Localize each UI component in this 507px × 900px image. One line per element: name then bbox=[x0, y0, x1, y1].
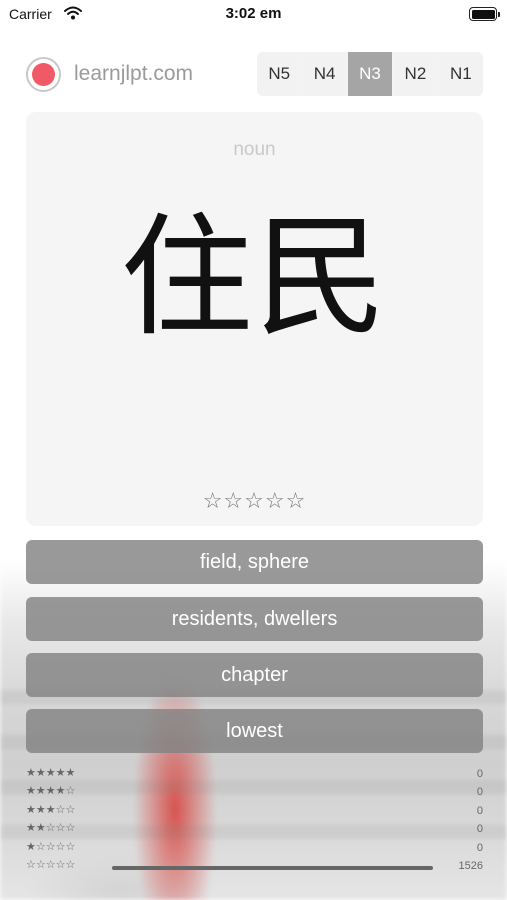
card-word: 住民 bbox=[120, 201, 389, 355]
part-of-speech: noun bbox=[233, 139, 276, 160]
stat-bar bbox=[112, 811, 433, 815]
answer-button-2[interactable]: residents, dwellers bbox=[26, 597, 483, 641]
star-rating-label: ★★★★★ bbox=[26, 767, 76, 779]
flash-card[interactable]: noun 住民 ☆☆☆☆☆ bbox=[26, 112, 483, 526]
stat-row: ★☆☆☆☆ 0 bbox=[26, 840, 483, 858]
site-name[interactable]: learnjlpt.com bbox=[74, 62, 193, 86]
card-rating[interactable]: ☆☆☆☆☆ bbox=[26, 488, 483, 514]
level-tab-n5[interactable]: N5 bbox=[257, 52, 302, 96]
stat-count: 0 bbox=[476, 823, 483, 836]
level-tab-n4[interactable]: N4 bbox=[302, 52, 347, 96]
answer-button-3[interactable]: chapter bbox=[26, 653, 483, 697]
record-icon[interactable] bbox=[26, 57, 61, 92]
stat-count: 0 bbox=[476, 841, 483, 854]
stat-row: ★★★★★ 0 bbox=[26, 766, 483, 784]
stat-row: ☆☆☆☆☆ 1526 bbox=[26, 858, 483, 876]
stat-row: ★★★★☆ 0 bbox=[26, 784, 483, 802]
stat-row: ★★★☆☆ 0 bbox=[26, 803, 483, 821]
header: learnjlpt.com N5 N4 N3 N2 N1 bbox=[0, 52, 507, 98]
answer-button-4[interactable]: lowest bbox=[26, 709, 483, 753]
stat-bar bbox=[112, 848, 433, 852]
stat-bar bbox=[112, 774, 433, 778]
star-rating-label: ☆☆☆☆☆ bbox=[26, 858, 76, 871]
star-rating-label: ★★★★☆ bbox=[26, 785, 76, 798]
rating-stats: ★★★★★ 0 ★★★★☆ 0 ★★★☆☆ 0 ★★☆☆☆ 0 ★☆☆☆☆ 0 … bbox=[26, 766, 483, 876]
stat-count: 1526 bbox=[458, 859, 483, 872]
stat-count: 0 bbox=[476, 804, 483, 817]
stat-row: ★★☆☆☆ 0 bbox=[26, 821, 483, 839]
level-tab-n3[interactable]: N3 bbox=[347, 52, 393, 96]
stat-bar bbox=[112, 792, 433, 796]
answer-button-1[interactable]: field, sphere bbox=[26, 540, 483, 584]
level-selector: N5 N4 N3 N2 N1 bbox=[257, 52, 483, 96]
stat-count: 0 bbox=[476, 768, 483, 780]
status-time: 3:02 em bbox=[225, 5, 282, 22]
battery-icon bbox=[469, 7, 500, 21]
stat-bar bbox=[112, 829, 433, 833]
status-bar: Carrier 3:02 em bbox=[0, 0, 507, 30]
level-tab-n1[interactable]: N1 bbox=[438, 52, 483, 96]
stat-count: 0 bbox=[476, 786, 483, 799]
level-tab-n2[interactable]: N2 bbox=[393, 52, 438, 96]
stat-bar bbox=[112, 865, 433, 870]
star-rating-label: ★★☆☆☆ bbox=[26, 822, 76, 835]
star-rating-label: ★☆☆☆☆ bbox=[26, 840, 76, 853]
star-rating-label: ★★★☆☆ bbox=[26, 803, 76, 816]
